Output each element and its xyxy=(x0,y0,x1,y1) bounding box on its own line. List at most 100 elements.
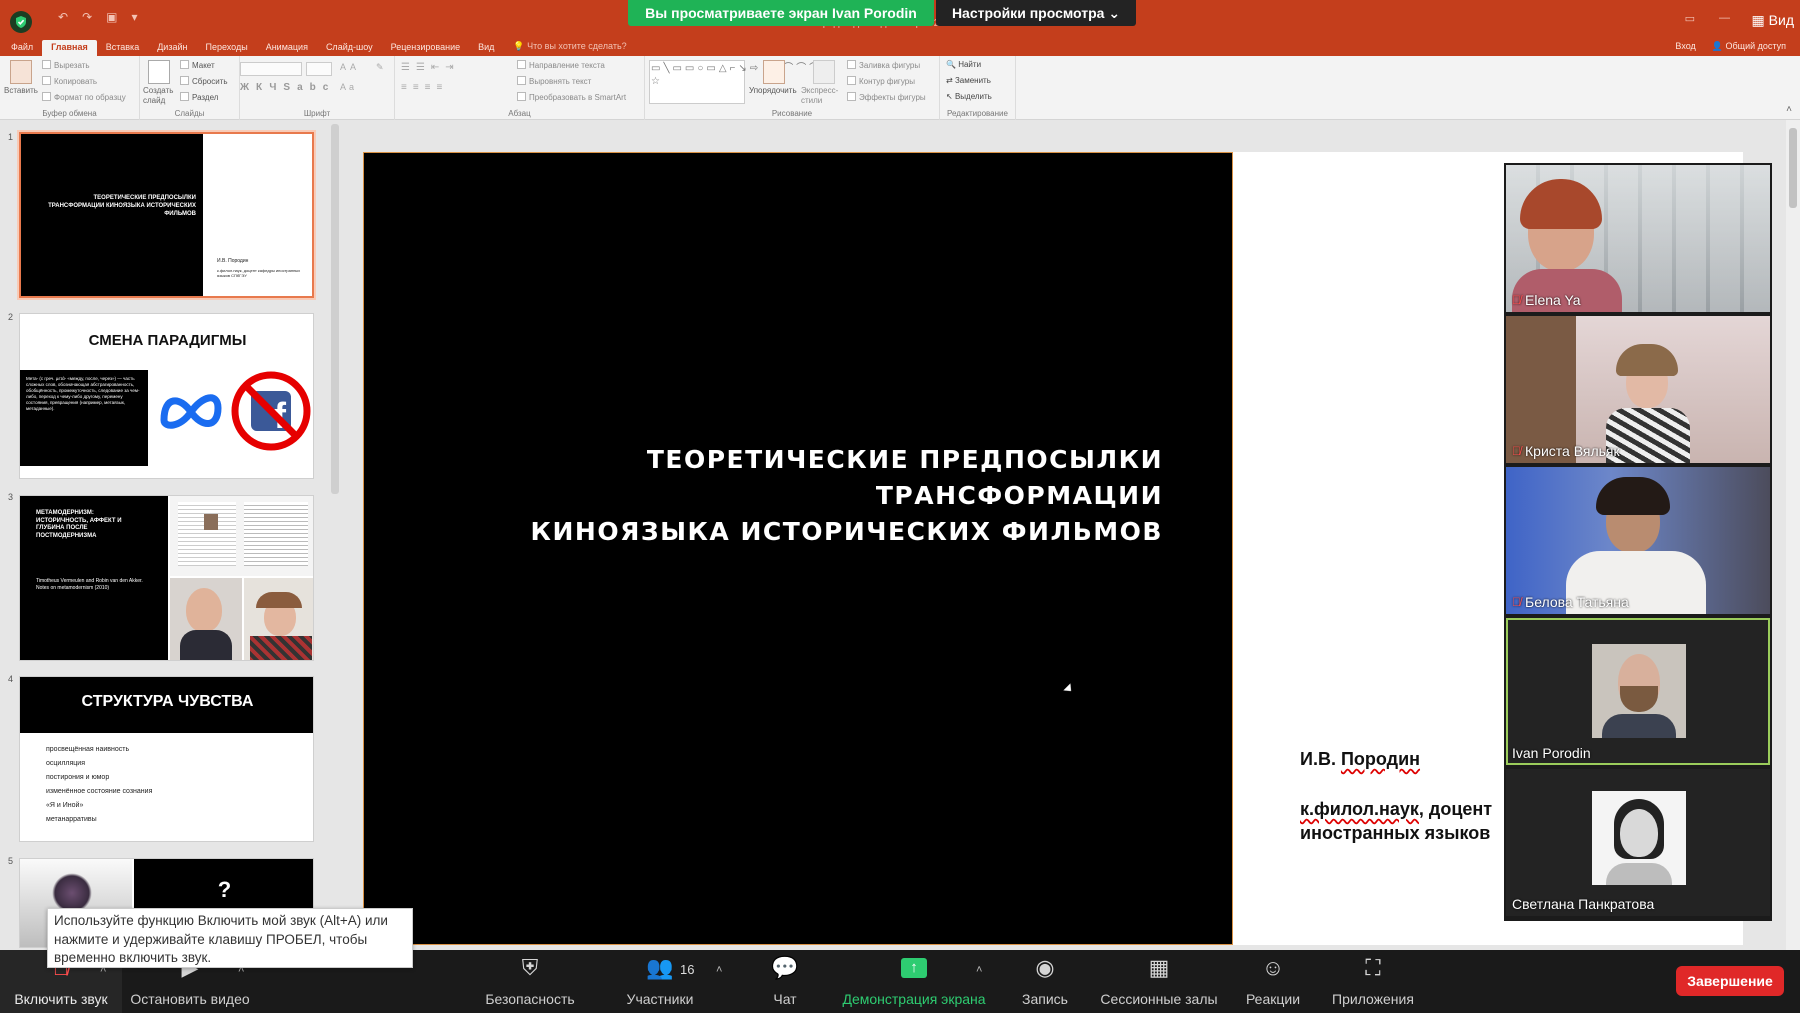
shape-effects-button[interactable]: Эффекты фигуры xyxy=(847,92,926,102)
find-button[interactable]: 🔍 Найти xyxy=(946,60,981,69)
thumbnail-scrollbar[interactable] xyxy=(331,124,339,494)
tab-view[interactable]: Вид xyxy=(469,40,503,56)
format-painter-button[interactable]: Формат по образцу xyxy=(42,92,126,102)
tab-review[interactable]: Рецензирование xyxy=(382,40,470,56)
undo-icon[interactable]: ↶ xyxy=(58,10,68,24)
participants-chevron-icon[interactable]: ˄ xyxy=(716,964,722,976)
slide-scrollbar[interactable] xyxy=(1786,120,1800,950)
text-direction-button[interactable]: Направление текста xyxy=(517,60,605,70)
quick-styles-label[interactable]: Экспресс-стили xyxy=(801,86,841,106)
minimize-icon[interactable]: — xyxy=(1719,12,1730,25)
participant-name: 🎙̸ Elena Ya xyxy=(1512,292,1581,308)
font-format-icons[interactable]: ЖКЧSabc xyxy=(240,82,335,93)
paste-icon[interactable] xyxy=(10,60,32,84)
customize-qat-icon[interactable]: ▾ xyxy=(131,10,137,24)
tab-design[interactable]: Дизайн xyxy=(148,40,196,56)
shirt xyxy=(1602,714,1676,738)
shapes-gallery[interactable]: ▭╲▭▭○▭△⌐↘⇨⇩▱⌒⌒⌒{}☆ xyxy=(649,60,832,104)
breakout-rooms-button[interactable]: ▦ Сессионные залы xyxy=(1096,950,1222,1013)
arrange-label[interactable]: Упорядочить xyxy=(749,86,797,95)
shelf-bg xyxy=(1506,316,1576,463)
share-button[interactable]: 👤 Общий доступ xyxy=(1712,41,1786,52)
encryption-shield-icon[interactable] xyxy=(10,11,32,33)
start-slideshow-icon[interactable]: ▣ xyxy=(106,10,117,24)
share-options-chevron-icon[interactable]: ˄ xyxy=(976,964,982,976)
slide-thumbnail-3[interactable]: МЕТАМОДЕРНИЗМ: ИСТОРИЧНОСТЬ, АФФЕКТ И ГЛ… xyxy=(19,495,314,661)
section-icon xyxy=(180,92,189,101)
scroll-thumb[interactable] xyxy=(1789,128,1797,208)
sign-in-link[interactable]: Вход xyxy=(1675,41,1695,52)
slide-title[interactable]: ТЕОРЕТИЧЕСКИЕ ПРЕДПОСЫЛКИ ТРАНСФОРМАЦИИ … xyxy=(363,442,1163,550)
reset-button[interactable]: Сбросить xyxy=(180,76,228,86)
record-button[interactable]: ◉ Запись xyxy=(1012,950,1078,1013)
slide-thumbnail-2[interactable]: СМЕНА ПАРАДИГМЫ Мета- (с греч. μετά- «ме… xyxy=(19,313,314,479)
apps-icon: ⛶ xyxy=(1365,955,1381,980)
thumb-article-image xyxy=(170,496,313,576)
list-icons[interactable]: ☰☰⇤⇥ xyxy=(401,62,460,73)
smartart-button[interactable]: Преобразовать в SmartArt xyxy=(517,92,626,102)
reactions-button[interactable]: ☺ Реакции xyxy=(1240,950,1306,1013)
shape-fill-button[interactable]: Заливка фигуры xyxy=(847,60,920,70)
end-meeting-button[interactable]: Завершение xyxy=(1676,966,1784,996)
align-text-button[interactable]: Выровнять текст xyxy=(517,76,591,86)
chat-button[interactable]: 💬 Чат xyxy=(758,950,812,1013)
new-slide-label[interactable]: Создать слайд xyxy=(143,86,181,106)
participant-tile-active-speaker[interactable]: Ivan Porodin xyxy=(1506,618,1770,765)
shield-icon: ⛨ xyxy=(521,955,539,980)
font-color-icon[interactable]: Aa xyxy=(340,82,357,92)
align-icons[interactable]: ≡≡≡≡ xyxy=(401,82,448,93)
copy-button[interactable]: Копировать xyxy=(42,76,97,86)
clear-formatting-icon[interactable]: ✎ xyxy=(376,62,384,73)
security-button[interactable]: ⛨ Безопасность xyxy=(480,950,580,1013)
apps-button[interactable]: ⛶ Приложения xyxy=(1326,950,1420,1013)
view-options-dropdown[interactable]: Настройки просмотра ⌄ xyxy=(936,0,1136,26)
window-controls: ▭ — xyxy=(1685,12,1730,25)
font-size-select[interactable] xyxy=(306,62,332,76)
tab-insert[interactable]: Вставка xyxy=(97,40,148,56)
participant-tile[interactable]: 🎙̸ Белова Татьяна xyxy=(1506,467,1770,614)
tell-me-search[interactable]: 💡 Что вы хотите сделать? xyxy=(503,39,636,56)
section-button[interactable]: Раздел xyxy=(180,92,218,102)
ribbon-display-icon[interactable]: ▭ xyxy=(1685,12,1695,25)
slide-author-credentials[interactable]: к.филол.наук, доцент иностранных языков xyxy=(1300,797,1492,845)
participant-tile[interactable]: 🎙̸ Криста Вяльяк xyxy=(1506,316,1770,463)
zoom-view-button[interactable]: ▦ Вид xyxy=(1746,12,1800,29)
participants-button[interactable]: 👥 Участники xyxy=(620,950,700,1013)
participant-tile[interactable]: Светлана Панкратова xyxy=(1506,769,1770,916)
shape-outline-button[interactable]: Контур фигуры xyxy=(847,76,915,86)
lightbulb-icon: 💡 xyxy=(513,41,525,51)
chat-bubble-icon: 💬 xyxy=(771,955,799,980)
face xyxy=(186,588,222,632)
cut-button[interactable]: Вырезать xyxy=(42,60,90,70)
tab-home[interactable]: Главная xyxy=(42,40,97,56)
slide-number: 3 xyxy=(8,492,14,502)
redo-icon[interactable]: ↷ xyxy=(82,10,92,24)
participant-tile[interactable]: 🎙̸ Elena Ya xyxy=(1506,165,1770,312)
select-button[interactable]: ↖ Выделить xyxy=(946,92,992,101)
collapse-ribbon-icon[interactable]: ˄ xyxy=(1786,104,1792,115)
beard xyxy=(1620,686,1658,712)
tab-file[interactable]: Файл xyxy=(2,40,42,56)
slide-author[interactable]: И.В. Породин xyxy=(1300,749,1420,770)
brush-icon xyxy=(42,92,51,101)
arrange-icon[interactable] xyxy=(763,60,785,84)
share-screen-button[interactable]: ↑ Демонстрация экрана xyxy=(838,950,990,1013)
layout-icon xyxy=(180,60,189,69)
font-size-grow-icon[interactable]: AA xyxy=(340,62,360,72)
font-family-select[interactable] xyxy=(240,62,302,76)
mic-muted-icon: 🎙̸ xyxy=(1512,444,1521,458)
layout-button[interactable]: Макет xyxy=(180,60,215,70)
article-text-lines xyxy=(244,502,308,566)
participant-name: Ivan Porodin xyxy=(1512,745,1591,761)
tab-transitions[interactable]: Переходы xyxy=(196,40,256,56)
ribbon-tabs: Файл Главная Вставка Дизайн Переходы Ани… xyxy=(0,38,1800,56)
group-paragraph: ☰☰⇤⇥ ≡≡≡≡ Направление текста Выровнять т… xyxy=(395,56,645,120)
tab-slideshow[interactable]: Слайд-шоу xyxy=(317,40,382,56)
tab-animations[interactable]: Анимация xyxy=(257,40,317,56)
new-slide-icon[interactable] xyxy=(148,60,170,84)
paste-label[interactable]: Вставить xyxy=(4,86,38,95)
slide-thumbnail-4[interactable]: СТРУКТУРА ЧУВСТВА просвещённая наивность… xyxy=(19,676,314,842)
slide-thumbnail-1[interactable]: ТЕОРЕТИЧЕСКИЕ ПРЕДПОСЫЛКИ ТРАНСФОРМАЦИИ … xyxy=(19,132,314,298)
quick-styles-icon[interactable] xyxy=(813,60,835,84)
replace-button[interactable]: ⇄ Заменить xyxy=(946,76,991,85)
